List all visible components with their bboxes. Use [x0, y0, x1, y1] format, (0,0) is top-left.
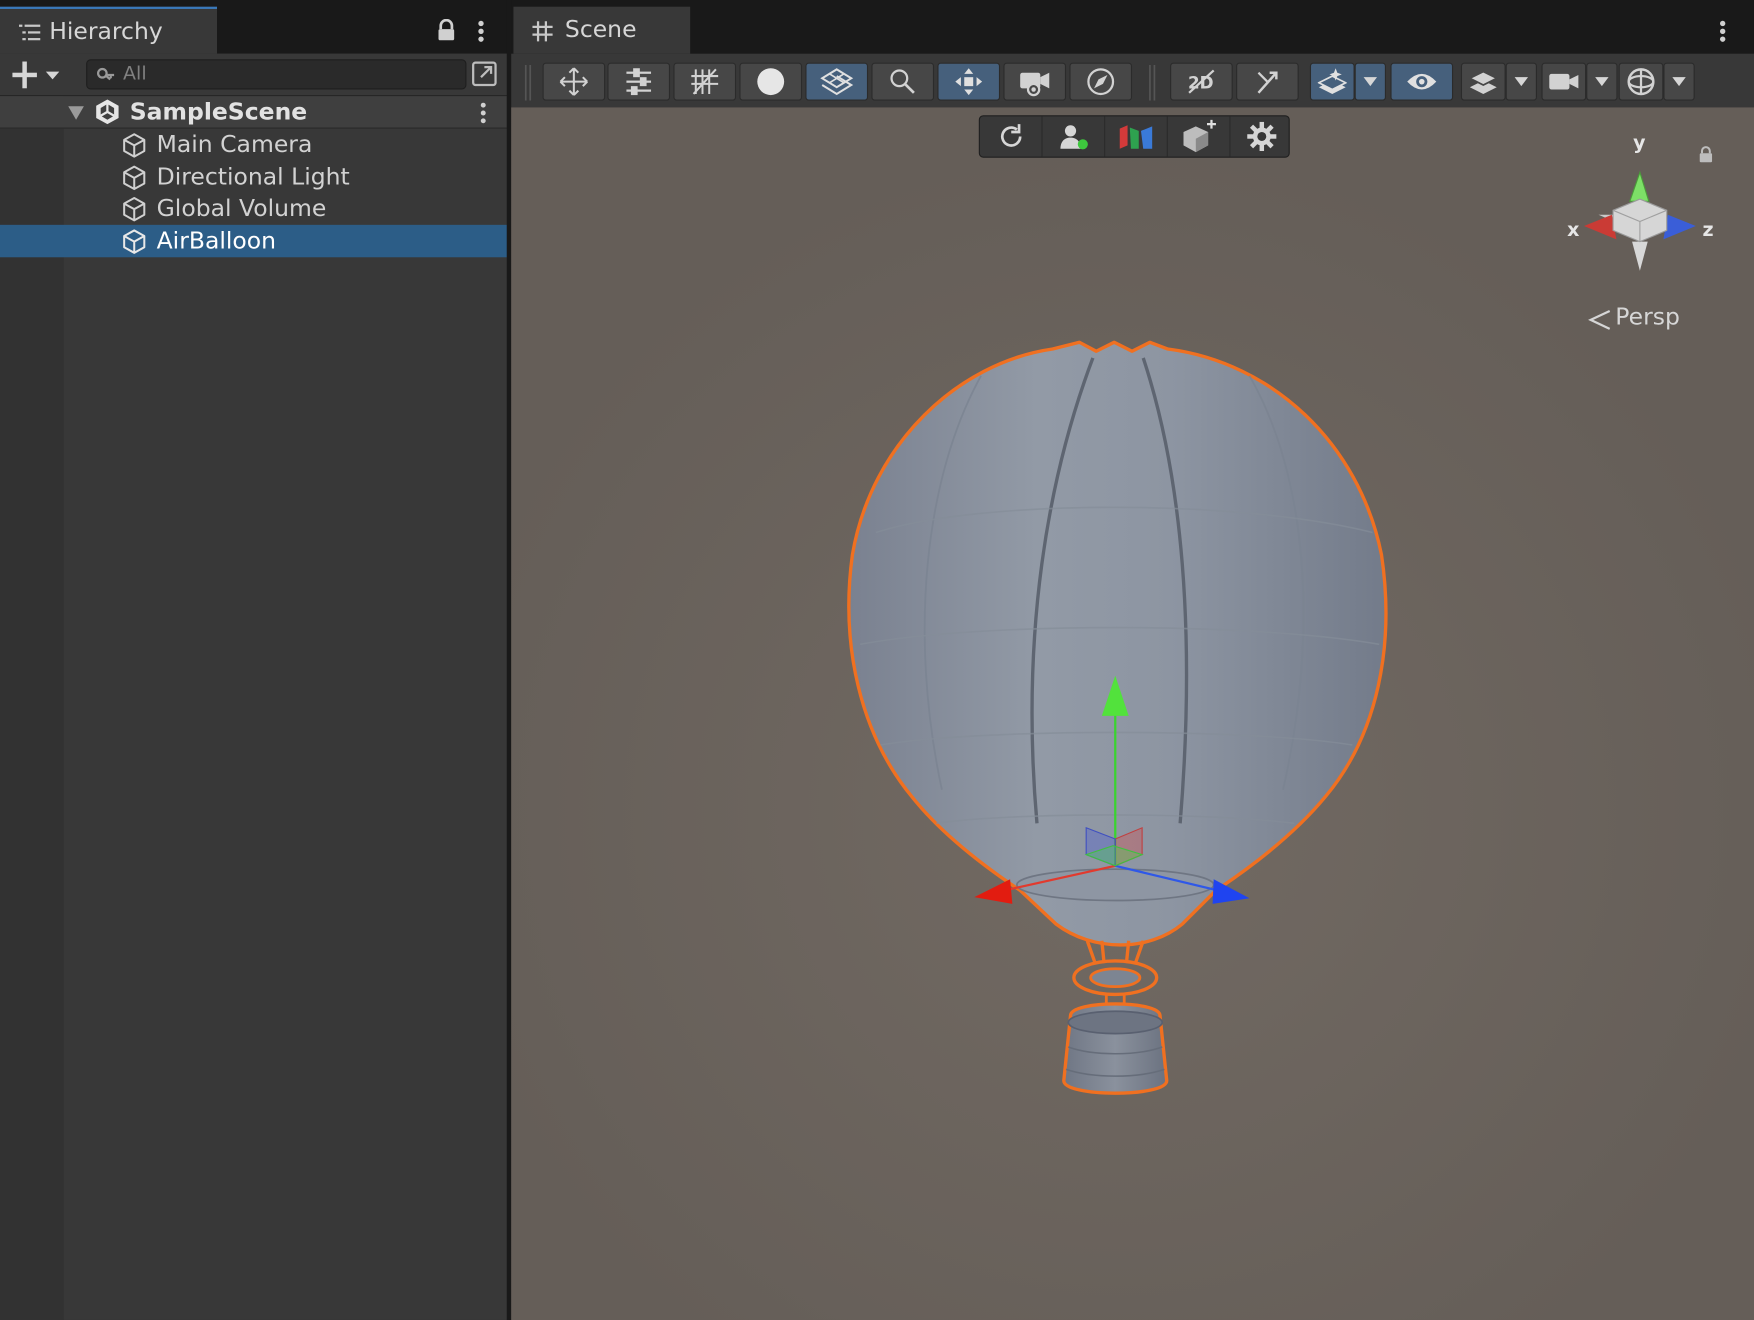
hierarchy-tab-label: Hierarchy — [49, 17, 163, 45]
refresh-button[interactable] — [980, 116, 1043, 157]
unity-logo-button[interactable] — [1105, 116, 1168, 157]
chevron-down-icon — [1594, 76, 1610, 87]
hierarchy-item-label: Global Volume — [156, 194, 327, 222]
hierarchy-panel: Hierarchy All SampleScene Main Camera Di… — [0, 0, 509, 1320]
2d-toggle-button[interactable]: 2D — [1170, 62, 1233, 101]
scene-render — [511, 107, 1754, 1320]
shading-mode-button[interactable] — [739, 62, 803, 101]
hierarchy-item[interactable]: Main Camera — [0, 129, 509, 161]
refresh-icon — [996, 122, 1025, 151]
layers-button[interactable] — [1460, 62, 1506, 101]
chevron-down-icon — [1513, 76, 1529, 87]
open-window-icon[interactable] — [471, 60, 498, 87]
grid-toggle-icon — [820, 67, 854, 96]
gameobject-cube-icon — [121, 228, 148, 255]
hierarchy-item-label: Directional Light — [156, 163, 350, 191]
search-button[interactable] — [871, 62, 935, 101]
visibility-button[interactable] — [1390, 62, 1454, 101]
scene-name: SampleScene — [129, 98, 308, 126]
list-icon — [19, 23, 41, 41]
lighting-toggle-button[interactable] — [1236, 62, 1299, 101]
move-tool-icon — [558, 66, 589, 97]
hierarchy-item-selected[interactable]: AirBalloon — [0, 224, 509, 258]
gizmos-dropdown[interactable] — [1663, 62, 1695, 101]
gizmos-icon — [1625, 66, 1656, 97]
add-icon[interactable] — [12, 61, 63, 89]
scene-viewport[interactable]: x y z Persp — [511, 107, 1754, 1320]
scene-panel: Scene x y z Persp — [511, 0, 1754, 1320]
grid-snap-button[interactable] — [673, 62, 737, 101]
center-pivot-button[interactable] — [937, 62, 1001, 101]
settings-button[interactable] — [1230, 116, 1293, 156]
grid-snap-icon — [689, 66, 720, 97]
add-object-button[interactable] — [1168, 116, 1231, 157]
hierarchy-item-label: Main Camera — [156, 130, 313, 158]
scene-tab-label: Scene — [564, 15, 637, 43]
scene-tab[interactable]: Scene — [513, 6, 691, 54]
expand-arrow-icon[interactable] — [67, 105, 85, 121]
hierarchy-gutter — [0, 96, 64, 1320]
snapping-icon — [624, 67, 653, 96]
scene-toolbar: 2D — [511, 53, 1754, 108]
camera-settings-button[interactable] — [1541, 62, 1587, 101]
orientation-button[interactable] — [1069, 62, 1133, 101]
lighting-toggle-icon — [1252, 66, 1283, 97]
toolbar-grip-icon — [1148, 64, 1157, 101]
grid-hash-icon — [531, 20, 553, 42]
gameobject-cube-icon — [121, 196, 148, 223]
hierarchy-item[interactable]: Global Volume — [0, 192, 509, 224]
chevron-down-icon — [1362, 76, 1378, 87]
scene-more-options-icon[interactable] — [1718, 19, 1727, 44]
gizmo-x-label: x — [1567, 219, 1580, 242]
unity-logo-icon — [1117, 122, 1155, 151]
unity-scene-icon — [94, 98, 121, 125]
chevron-left-icon — [1587, 309, 1612, 331]
2d-toggle-icon: 2D — [1185, 66, 1219, 97]
camera-settings-icon — [1548, 69, 1579, 94]
overlay-toolbar — [978, 115, 1293, 158]
camera-settings-dropdown[interactable] — [1586, 62, 1618, 101]
scene-row[interactable]: SampleScene — [0, 96, 509, 129]
center-pivot-icon — [953, 66, 984, 97]
layers-icon — [1468, 67, 1498, 96]
shading-sphere-icon — [755, 66, 786, 97]
search-icon — [888, 67, 917, 96]
layers-dropdown[interactable] — [1505, 62, 1537, 101]
lock-icon[interactable] — [436, 19, 456, 41]
search-input[interactable]: All — [86, 59, 467, 90]
toolbar-grip-icon — [524, 64, 533, 101]
snapping-button[interactable] — [607, 62, 671, 101]
add-object-icon — [1181, 119, 1217, 154]
chevron-down-icon — [1671, 76, 1687, 87]
gear-icon — [1246, 121, 1277, 152]
hierarchy-tab[interactable]: Hierarchy — [0, 6, 218, 54]
hierarchy-item[interactable]: Directional Light — [0, 161, 509, 193]
visibility-icon — [1405, 70, 1439, 92]
gizmo-y-label: y — [1633, 131, 1646, 155]
grid-toggle-button[interactable] — [805, 62, 869, 101]
user-button[interactable] — [1043, 116, 1106, 157]
hierarchy-item-label: AirBalloon — [156, 227, 277, 254]
projection-label: Persp — [1615, 303, 1680, 330]
scene-more-options-icon[interactable] — [479, 102, 488, 124]
effects-dropdown[interactable] — [1354, 62, 1386, 101]
camera-view-icon — [1018, 66, 1052, 97]
scene-tab-bar — [511, 0, 1754, 54]
gizmo-z-label: z — [1702, 219, 1714, 242]
gameobject-cube-icon — [121, 132, 148, 159]
user-icon — [1058, 122, 1089, 151]
camera-view-button[interactable] — [1003, 62, 1067, 101]
effects-button[interactable] — [1309, 62, 1355, 101]
more-options-icon[interactable] — [477, 19, 486, 44]
search-icon — [96, 67, 116, 83]
gizmos-button[interactable] — [1618, 62, 1664, 101]
gizmo-lock-icon[interactable] — [1698, 145, 1714, 163]
effects-icon — [1317, 67, 1347, 96]
search-placeholder: All — [123, 62, 147, 86]
move-tool-button[interactable] — [542, 62, 606, 101]
orientation-icon — [1085, 66, 1116, 97]
gameobject-cube-icon — [121, 164, 148, 191]
